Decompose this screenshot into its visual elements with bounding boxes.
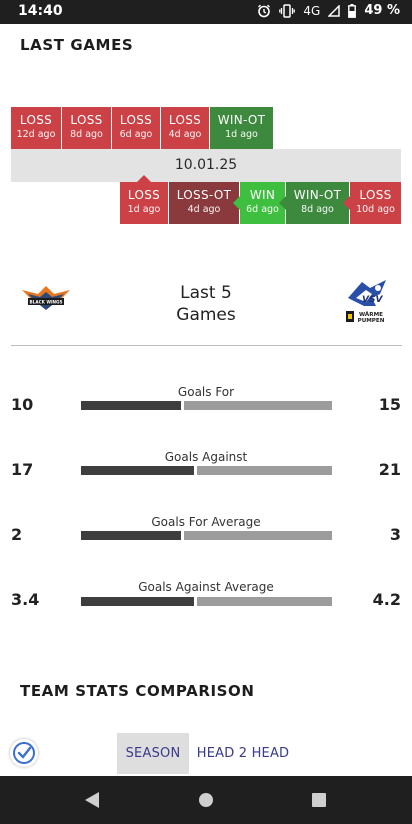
game-date-bar: 10.01.25 — [11, 149, 401, 182]
battery-percent: 49 % — [364, 3, 400, 18]
result-label: LOSS — [168, 113, 202, 127]
home-stat-bar — [81, 531, 181, 540]
team-stats-title: TEAM STATS COMPARISON — [20, 682, 255, 700]
home-stat-value: 3.4 — [11, 590, 40, 609]
home-result-2[interactable]: LOSS 8d ago — [62, 107, 111, 149]
away-stat-value: 15 — [378, 395, 401, 414]
home-stat-bar — [81, 401, 181, 410]
home-result-1[interactable]: LOSS 12d ago — [11, 107, 61, 149]
stat-label: Goals Against — [164, 450, 248, 464]
verified-check-icon[interactable] — [10, 739, 38, 767]
stat-label: Goals For — [177, 385, 235, 399]
away-result-2[interactable]: LOSS-OT 4d ago — [169, 182, 239, 224]
back-icon[interactable] — [72, 776, 112, 824]
result-ago: 8d ago — [301, 204, 334, 215]
home-result-4[interactable]: LOSS 4d ago — [161, 107, 209, 149]
away-stat-value: 21 — [378, 460, 401, 479]
home-stat-value: 2 — [11, 525, 23, 544]
result-label: LOSS — [127, 188, 161, 202]
system-nav-bar — [0, 776, 412, 824]
home-result-3[interactable]: LOSS 6d ago — [112, 107, 160, 149]
divider — [11, 345, 402, 346]
svg-text:PUMPEN: PUMPEN — [358, 318, 385, 324]
pointer-up-icon — [137, 175, 151, 182]
stat-label: Goals Against Average — [138, 580, 274, 594]
result-label: LOSS — [119, 113, 153, 127]
battery-icon — [348, 3, 357, 18]
alarm-icon — [257, 4, 271, 18]
heading-line-2: Games — [176, 305, 236, 325]
pointer-left-icon — [343, 196, 350, 210]
home-stat-bar — [81, 597, 194, 606]
result-ago: 1d ago — [225, 129, 258, 140]
result-label: LOSS-OT — [176, 188, 232, 202]
signal-icon — [328, 4, 341, 17]
tab-season[interactable]: SEASON — [117, 733, 189, 774]
result-label: WIN-OT — [217, 113, 266, 127]
network-type: 4G — [303, 3, 321, 18]
last-games-title: LAST GAMES — [20, 36, 134, 54]
stat-label: Goals For Average — [151, 515, 261, 529]
result-ago: 8d ago — [70, 129, 103, 140]
away-stat-bar — [197, 466, 332, 475]
away-result-1[interactable]: LOSS 1d ago — [120, 175, 168, 224]
pointer-left-icon — [279, 196, 286, 210]
status-icons: 4G 49 % — [257, 3, 400, 18]
away-result-5[interactable]: LOSS 10d ago — [343, 182, 401, 224]
last-5-games-heading: Last 5 Games — [120, 282, 292, 326]
result-label: LOSS — [70, 113, 103, 127]
pointer-left-icon — [233, 196, 240, 210]
tab-head-2-head[interactable]: HEAD 2 HEAD — [195, 733, 291, 774]
result-ago: 6d ago — [119, 129, 153, 140]
home-stat-value: 17 — [11, 460, 34, 479]
away-stat-value: 3 — [389, 525, 401, 544]
away-team-logo[interactable]: VSV WÄRME PUMPEN — [342, 276, 392, 326]
svg-text:BLACK WINGS: BLACK WINGS — [29, 300, 62, 305]
recents-icon[interactable] — [299, 776, 339, 824]
result-ago: 12d ago — [16, 129, 56, 140]
status-bar: 14:40 4G 49 % — [0, 0, 412, 24]
heading-line-1: Last 5 — [180, 283, 232, 303]
result-ago: 4d ago — [187, 204, 221, 215]
home-stat-bar — [81, 466, 194, 475]
status-time: 14:40 — [18, 3, 63, 19]
result-label: LOSS — [359, 188, 392, 202]
away-stat-value: 4.2 — [372, 590, 401, 609]
result-label: WIN-OT — [293, 188, 342, 202]
home-stat-value: 10 — [11, 395, 34, 414]
home-team-logo[interactable]: BLACK WINGS — [20, 282, 72, 318]
away-stat-bar — [184, 531, 332, 540]
away-result-4[interactable]: WIN-OT 8d ago — [279, 182, 349, 224]
result-ago: 10d ago — [356, 204, 395, 215]
away-stat-bar — [197, 597, 332, 606]
svg-text:VSV: VSV — [362, 295, 383, 305]
away-stat-bar — [184, 401, 332, 410]
home-result-5[interactable]: WIN-OT 1d ago — [210, 107, 273, 156]
svg-text:WÄRME: WÄRME — [359, 311, 383, 318]
result-ago: 1d ago — [127, 204, 161, 215]
vibrate-icon — [279, 3, 296, 18]
result-label: LOSS — [19, 113, 53, 127]
home-icon[interactable] — [186, 776, 226, 824]
result-ago: 4d ago — [168, 129, 202, 140]
